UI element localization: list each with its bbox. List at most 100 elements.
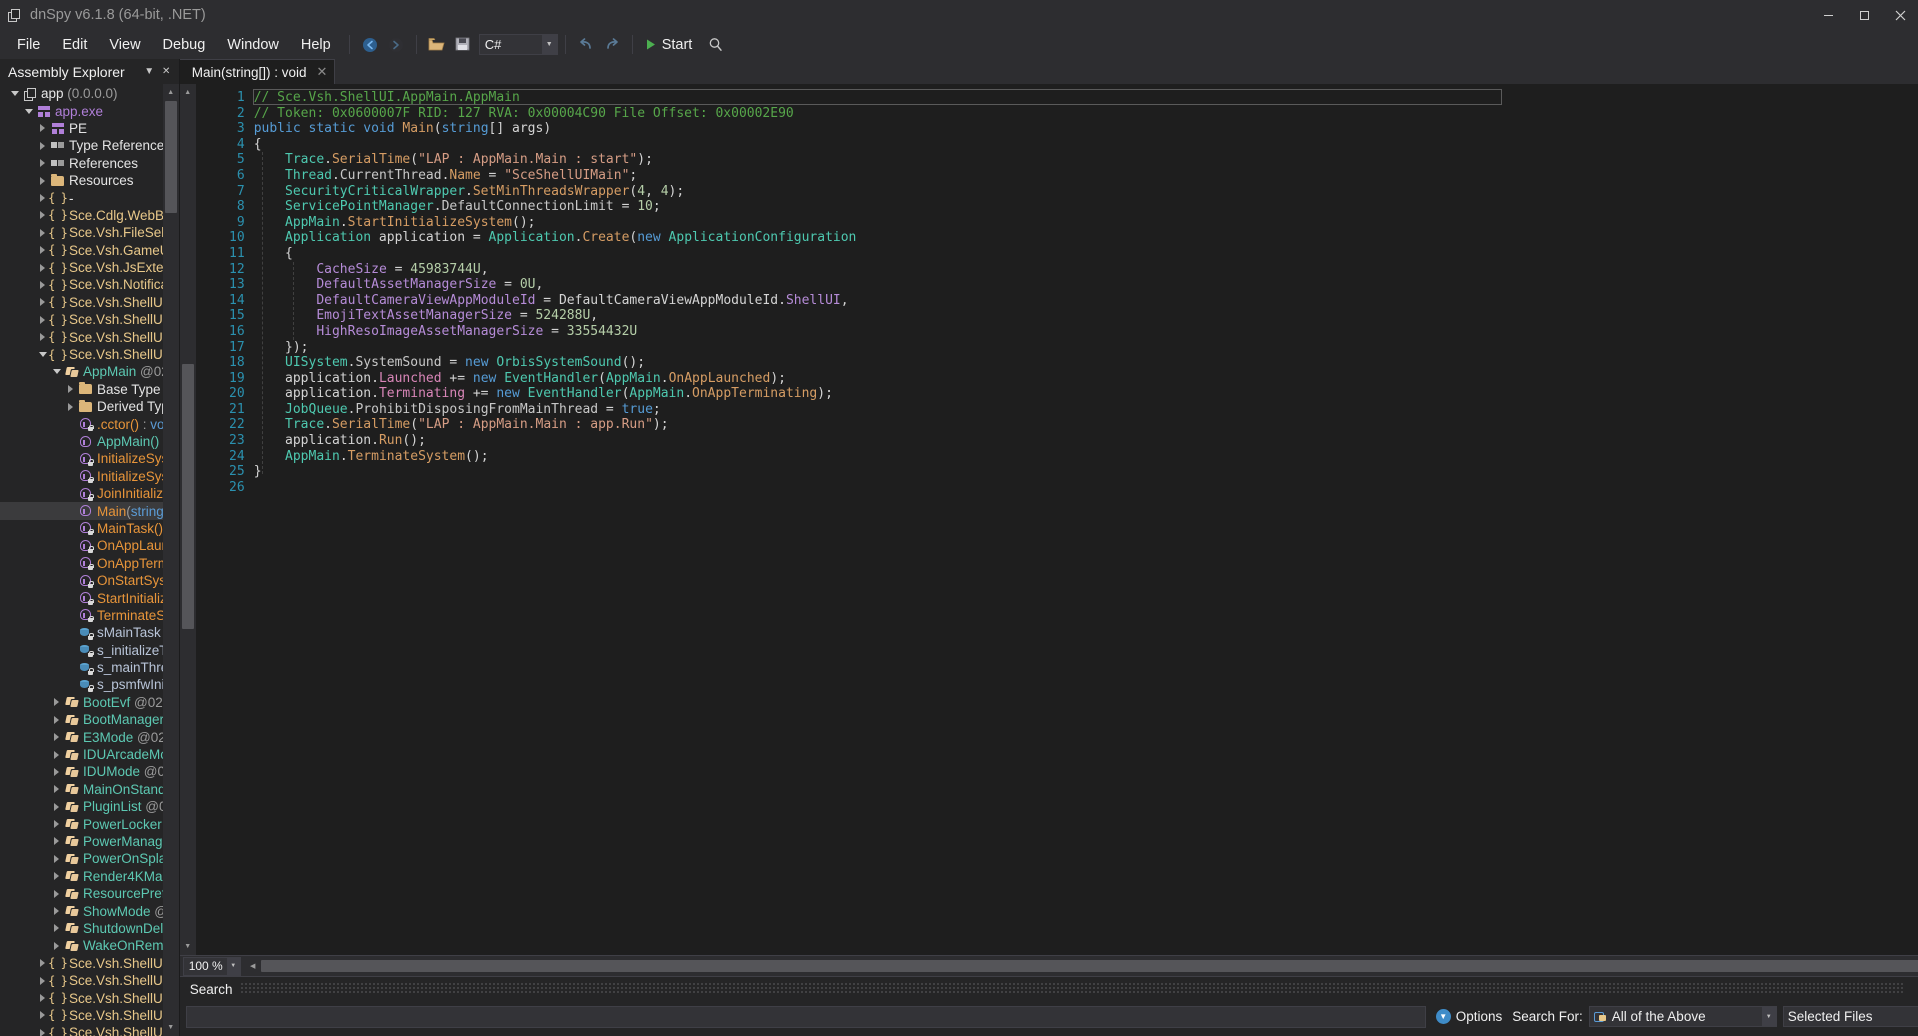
tree-expander-closed[interactable] bbox=[36, 194, 49, 202]
code-line[interactable]: 17 }); bbox=[196, 340, 1918, 356]
tree-item[interactable]: { }Sce.Vsh.ShellUI.Base.ExternalHdd bbox=[0, 1007, 179, 1024]
scroll-up-icon[interactable]: ▲ bbox=[180, 84, 196, 101]
menu-debug[interactable]: Debug bbox=[152, 32, 217, 58]
start-button[interactable]: Start bbox=[640, 34, 700, 56]
menu-view[interactable]: View bbox=[98, 32, 151, 58]
tree-expander-closed[interactable] bbox=[36, 333, 49, 341]
tree-item[interactable]: Resources bbox=[0, 172, 179, 189]
scroll-thumb[interactable] bbox=[165, 101, 177, 213]
close-icon[interactable]: ✕ bbox=[315, 64, 330, 80]
code-line[interactable]: 25} bbox=[196, 464, 1918, 480]
tree-expander-open[interactable] bbox=[50, 369, 63, 374]
tree-item[interactable]: app (0.0.0.0) bbox=[0, 85, 179, 102]
code-text[interactable]: 1// Sce.Vsh.ShellUI.AppMain.AppMain2// T… bbox=[196, 84, 1918, 955]
tree-item[interactable]: s_initializeThread : Thread @04000058 bbox=[0, 642, 179, 659]
language-combo[interactable]: C# ▼ bbox=[479, 34, 558, 55]
tree-expander-closed[interactable] bbox=[50, 837, 63, 845]
tree-item[interactable]: Type References bbox=[0, 137, 179, 154]
tree-item[interactable]: { }Sce.Vsh.ShellUI bbox=[0, 294, 179, 311]
code-line[interactable]: 6 Thread.CurrentThread.Name = "SceShellU… bbox=[196, 168, 1918, 184]
tree-item[interactable]: ResourcePrefetcher @0200002A bbox=[0, 885, 179, 902]
tree-item[interactable]: { }Sce.Vsh.ShellUI.AppInst bbox=[0, 328, 179, 345]
tree-item[interactable]: PowerLocker @0200002D bbox=[0, 815, 179, 832]
tree-item[interactable]: ShowMode @02000022 bbox=[0, 902, 179, 919]
tree-expander-closed[interactable] bbox=[36, 281, 49, 289]
tree-expander-closed[interactable] bbox=[50, 942, 63, 950]
code-line[interactable]: 26 bbox=[196, 480, 1918, 496]
tree-item[interactable]: .cctor() : void @0600008A bbox=[0, 415, 179, 432]
zoom-level-combo[interactable]: 100 % ▼ bbox=[183, 957, 241, 976]
tree-item[interactable]: AppMain() : void @06000089 bbox=[0, 433, 179, 450]
search-input[interactable] bbox=[186, 1006, 1426, 1028]
undo-icon[interactable] bbox=[573, 32, 599, 57]
menu-edit[interactable]: Edit bbox=[51, 32, 98, 58]
tree-expander-closed[interactable] bbox=[36, 124, 49, 132]
code-line[interactable]: 2// Token: 0x0600007F RID: 127 RVA: 0x00… bbox=[196, 106, 1918, 122]
editor-horizontal-scrollbar[interactable]: ◀ ▶ bbox=[245, 958, 1918, 974]
search-for-combo[interactable]: All of the Above ▼ bbox=[1589, 1006, 1777, 1027]
tree-expander-closed[interactable] bbox=[36, 246, 49, 254]
tree-item[interactable]: PE bbox=[0, 120, 179, 137]
tree-item[interactable]: BootManager @02000017 bbox=[0, 711, 179, 728]
tree-expander-closed[interactable] bbox=[36, 177, 49, 185]
tree-item[interactable]: PowerOnSplash @02000027 bbox=[0, 850, 179, 867]
tree-expander-closed[interactable] bbox=[36, 159, 49, 167]
scroll-up-icon[interactable]: ▲ bbox=[163, 84, 179, 101]
tree-item[interactable]: { }Sce.Vsh.ShellUI.AppSystem bbox=[0, 955, 179, 972]
close-icon[interactable]: ✕ bbox=[158, 62, 175, 82]
tree-item[interactable]: Base Type and Interfaces bbox=[0, 381, 179, 398]
code-line[interactable]: 10 Application application = Application… bbox=[196, 230, 1918, 246]
tree-item[interactable]: sMainTask : FrameTask @04000059 bbox=[0, 624, 179, 641]
tree-expander-closed[interactable] bbox=[36, 211, 49, 219]
tree-item[interactable]: s_psmfwInitialized : ManualResetEvent @0… bbox=[0, 676, 179, 693]
tree-item[interactable]: OnAppLaunched(object, EventArgs) : void … bbox=[0, 537, 179, 554]
scroll-down-icon[interactable]: ▼ bbox=[180, 938, 196, 955]
code-line[interactable]: 18 UISystem.SystemSound = new OrbisSyste… bbox=[196, 355, 1918, 371]
maximize-button[interactable] bbox=[1846, 0, 1882, 30]
tree-item[interactable]: PowerManager @0200002F bbox=[0, 833, 179, 850]
tree-expander-closed[interactable] bbox=[50, 716, 63, 724]
tree-expander-open[interactable] bbox=[22, 109, 35, 114]
code-line[interactable]: 23 application.Run(); bbox=[196, 433, 1918, 449]
tree-item[interactable]: TerminateSystem() : void @06000084 bbox=[0, 607, 179, 624]
tree-expander-closed[interactable] bbox=[50, 820, 63, 828]
tree-expander-closed[interactable] bbox=[36, 959, 49, 967]
minimize-button[interactable] bbox=[1810, 0, 1846, 30]
save-module-icon[interactable] bbox=[450, 32, 476, 57]
tree-expander-closed[interactable] bbox=[36, 1011, 49, 1019]
scroll-thumb[interactable] bbox=[182, 364, 194, 629]
tree-item[interactable]: { }Sce.Vsh.ShellUI.BGImpose bbox=[0, 1024, 179, 1036]
chevron-down-icon[interactable]: ▼ bbox=[1913, 979, 1918, 999]
tree-expander-closed[interactable] bbox=[36, 994, 49, 1002]
search-options-button[interactable]: ▼ Options bbox=[1432, 1007, 1507, 1026]
code-line[interactable]: 11 { bbox=[196, 246, 1918, 262]
tree-expander-closed[interactable] bbox=[36, 264, 49, 272]
code-line[interactable]: 16 HighResoImageAssetManagerSize = 33554… bbox=[196, 324, 1918, 340]
tree-expander-closed[interactable] bbox=[64, 403, 77, 411]
search-drag-grip[interactable] bbox=[240, 983, 1904, 995]
search-scope-combo[interactable]: Selected Files ▼ bbox=[1783, 1006, 1918, 1027]
tree-expander-closed[interactable] bbox=[50, 733, 63, 741]
tree-item[interactable]: MainTask() : bool @06000088 bbox=[0, 520, 179, 537]
tree-item[interactable]: Main(string[]) : void @0600007F bbox=[0, 502, 179, 519]
tree-expander-closed[interactable] bbox=[36, 229, 49, 237]
tree-item[interactable]: BootEvf @02000029 bbox=[0, 694, 179, 711]
tree-item[interactable]: app.exe bbox=[0, 102, 179, 119]
code-line[interactable]: 14 DefaultCameraViewAppModuleId = Defaul… bbox=[196, 293, 1918, 309]
code-line[interactable]: 3public static void Main(string[] args) bbox=[196, 121, 1918, 137]
tree-item[interactable]: { }Sce.Cdlg.WebBrowser bbox=[0, 207, 179, 224]
chevron-down-icon[interactable]: ▼ bbox=[1762, 1007, 1776, 1026]
tree-item[interactable]: { }Sce.Vsh.ShellUI.Accessibility bbox=[0, 311, 179, 328]
tree-item[interactable]: JoinInitializeSystem() : void @06000081 bbox=[0, 485, 179, 502]
magnifier-icon[interactable] bbox=[703, 32, 729, 57]
tree-vertical-scrollbar[interactable]: ▲ ▼ bbox=[163, 84, 179, 1036]
editor-vertical-scrollbar[interactable]: ▲ ▼ bbox=[180, 84, 196, 955]
tree-item[interactable]: StartInitializeSystem() : void @06000080 bbox=[0, 589, 179, 606]
tree-expander-closed[interactable] bbox=[36, 316, 49, 324]
tree-expander-closed[interactable] bbox=[64, 385, 77, 393]
tree-item[interactable]: Derived Types bbox=[0, 398, 179, 415]
tree-item[interactable]: OnStartSystemSuspendByRandomwalk() : voi… bbox=[0, 572, 179, 589]
tree-item[interactable]: E3Mode @02000023 bbox=[0, 728, 179, 745]
tab-main-method[interactable]: Main(string[]) : void ✕ bbox=[180, 59, 336, 84]
redo-icon[interactable] bbox=[599, 32, 625, 57]
